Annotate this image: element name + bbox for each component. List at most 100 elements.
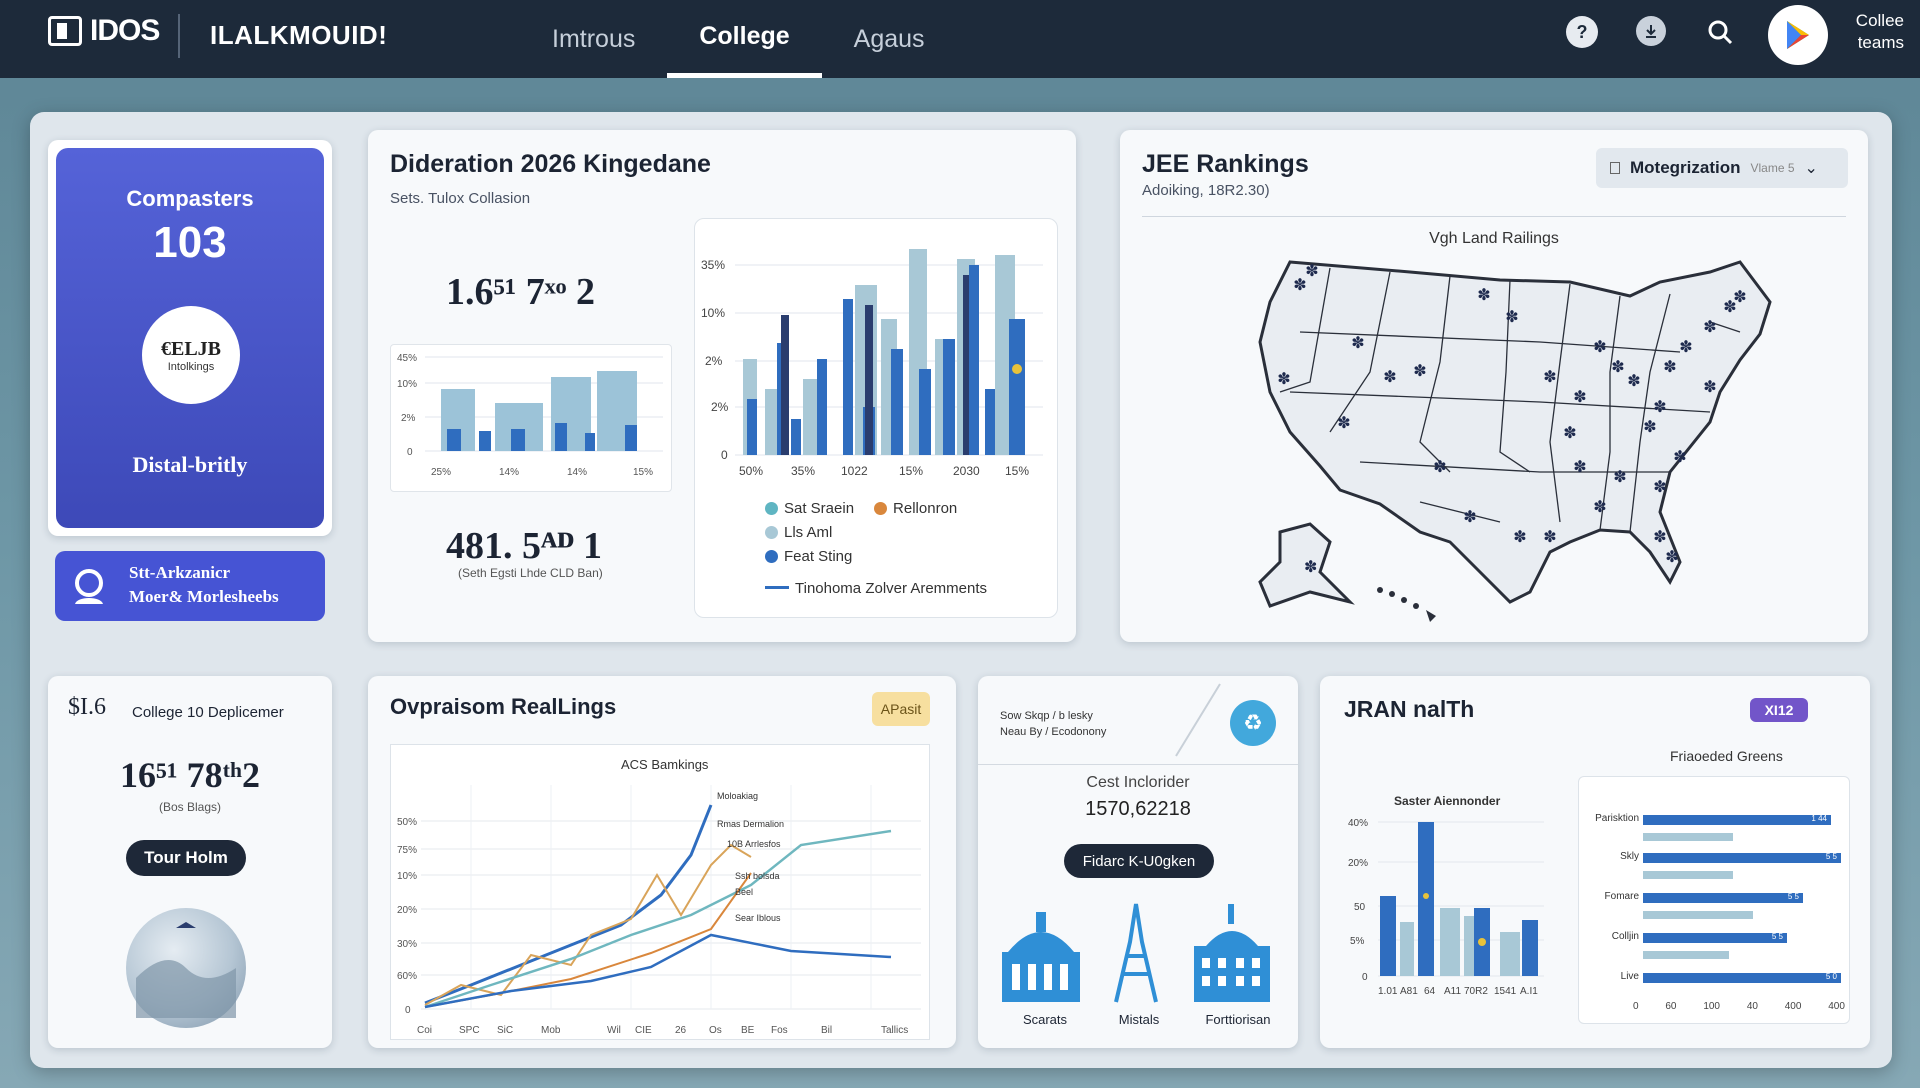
series-label: Rmas Dermalion <box>717 819 784 829</box>
dideration-title: Dideration 2026 Kingedane <box>390 150 711 178</box>
main-y-tick: 10% <box>701 306 725 320</box>
ovpraisom-card: Ovpraisom RealLings APasit ACS Bamkings … <box>368 676 956 1048</box>
line-x-tick: Os <box>709 1025 722 1036</box>
hbar-x-tick: 400 <box>1828 1001 1845 1012</box>
svg-text:✽: ✽ <box>1593 339 1606 356</box>
tab-imtrous[interactable]: Imtrous <box>520 0 667 78</box>
line-x-tick: Fos <box>771 1025 788 1036</box>
hbar-x-axis: 0 60 100 40 400 400 <box>1633 1001 1845 1012</box>
hbar-bar: 1 44 <box>1643 814 1831 825</box>
hbar-bar: 5 5 <box>1643 852 1841 863</box>
line-y-tick: 50% <box>397 817 417 828</box>
college-header-prefix: $I.6 <box>68 694 106 720</box>
svg-text:✽: ✽ <box>1351 335 1364 352</box>
line-y-tick: 20% <box>397 905 417 916</box>
jee-subtitle: Adoiking, 18R2.30) <box>1142 182 1270 199</box>
download-icon[interactable] <box>1636 16 1666 46</box>
landmarks-illustration <box>1002 903 1270 1003</box>
mini-x-tick: 14% <box>499 467 519 478</box>
svg-text:✽: ✽ <box>1643 419 1656 436</box>
app-logo[interactable]: IDOS <box>48 14 160 48</box>
jee-dropdown[interactable]: Motegrization Vlame 5 ⌄ <box>1596 148 1848 188</box>
series-label: Beel <box>735 887 753 897</box>
dropdown-label: Motegrization <box>1630 158 1741 177</box>
brand-name: ILALKMOUID! <box>210 20 388 50</box>
legend-line-item[interactable]: Tinohoma Zolver Aremments <box>765 577 987 601</box>
main-nav: Imtrous College Agaus <box>520 0 957 78</box>
play-store-icon[interactable] <box>1768 5 1828 65</box>
help-icon[interactable]: ? <box>1566 16 1598 48</box>
scholarship-header: Sow Skqp / b lesky Neau By / Ecodonony <box>1000 708 1106 740</box>
series-label: 10B Arrlesfos <box>727 839 781 849</box>
jran-badge[interactable]: XI12 <box>1750 698 1808 722</box>
logo-text: IDOS <box>90 14 160 47</box>
main-x-tick: 35% <box>791 464 815 478</box>
svg-text:✽: ✽ <box>1433 459 1446 476</box>
line-x-tick: Wil <box>607 1025 621 1036</box>
college-stat: 16⁵¹ 78ᵗʰ2 <box>120 755 260 795</box>
account-label[interactable]: Collee teams <box>1840 10 1904 54</box>
doc-icon <box>1610 162 1620 174</box>
profile-action-button[interactable]: Stt-Arkzanicr Moer& Morlesheebs <box>55 551 325 621</box>
legend-item[interactable]: Sat Sraein <box>765 497 854 521</box>
profile-panel: Compasters 103 €ELJB Intolkings Distal-b… <box>56 148 324 528</box>
hbar-label: Skly <box>1620 851 1639 862</box>
hbar-label: Fomare <box>1604 891 1639 902</box>
hbar-label: Live <box>1620 971 1639 982</box>
legend-item[interactable]: Lls Aml <box>765 521 987 545</box>
svg-text:✽: ✽ <box>1627 373 1640 390</box>
jran-card: JRAN nalTh XI12 Saster Aiennonder 40% 20… <box>1320 676 1870 1048</box>
tab-agaus[interactable]: Agaus <box>822 0 957 78</box>
legend-item[interactable]: Feat Sting <box>765 545 987 569</box>
main-x-tick: 15% <box>899 464 923 478</box>
line-y-tick: 60% <box>397 971 417 982</box>
line-x-tick: Bil <box>821 1025 832 1036</box>
hbar-bar: 5 0 <box>1643 972 1841 983</box>
logo-icon <box>48 16 82 46</box>
bar-chart-title: Saster Aiennonder <box>1394 794 1501 808</box>
svg-text:✽: ✽ <box>1383 369 1396 386</box>
hbar-bar <box>1643 833 1733 841</box>
search-icon[interactable] <box>1704 16 1736 48</box>
scholarship-button[interactable]: Fidarc K-U0gken <box>1064 844 1214 878</box>
svg-text:✽: ✽ <box>1703 319 1716 336</box>
hbar-x-tick: 0 <box>1633 1001 1639 1012</box>
jee-card: JEE Rankings Adoiking, 18R2.30) Motegriz… <box>1120 130 1868 642</box>
jran-x-tick: A.I1 <box>1520 986 1538 997</box>
tour-button[interactable]: Tour Holm <box>126 840 246 876</box>
tab-college[interactable]: College <box>667 0 822 78</box>
hbar-bar <box>1643 911 1753 919</box>
header-line1: Sow Skqp / b lesky <box>1000 710 1093 722</box>
ovpraisom-badge[interactable]: APasit <box>872 692 930 726</box>
svg-text:✽: ✽ <box>1573 459 1586 476</box>
hbar-title: Friaoeded Greens <box>1670 748 1783 764</box>
line-y-tick: 30% <box>397 939 417 950</box>
scholarship-label: Cest Inclorider <box>1086 774 1190 791</box>
mini-x-tick: 25% <box>431 467 451 478</box>
profile-count: 103 <box>153 218 227 267</box>
scholarship-value: 1570,62218 <box>1085 798 1191 820</box>
line-y-tick: 75% <box>397 845 417 856</box>
jran-hbar-chart: Parisktion 1 44 Skly 5 5 Fomare 5 5 Coll… <box>1578 776 1850 1024</box>
line-x-tick: CIE <box>635 1025 652 1036</box>
jran-title: JRAN nalTh <box>1344 696 1475 722</box>
mini-x-tick: 15% <box>633 467 653 478</box>
jran-y-tick: 0 <box>1362 972 1368 983</box>
legend-item[interactable]: Rellonron <box>874 497 957 521</box>
landmark-label: Forttiorisan <box>1205 1012 1271 1027</box>
svg-text:✽: ✽ <box>1703 379 1716 396</box>
main-y-tick: 0 <box>721 448 728 462</box>
profile-badge[interactable]: €ELJB Intolkings <box>142 306 240 404</box>
main-y-tick: 2% <box>705 354 723 368</box>
action-line1: Stt-Arkzanicr <box>129 563 231 582</box>
dideration-subtitle: Sets. Tulox Collasion <box>390 190 531 207</box>
scholarship-card: Sow Skqp / b lesky Neau By / Ecodonony ♻… <box>978 676 1298 1048</box>
jee-title: JEE Rankings <box>1142 150 1309 178</box>
recycle-icon[interactable]: ♻ <box>1230 700 1276 746</box>
main-chart-legend: Sat Sraein Rellonron Lls Aml Feat Sting … <box>765 497 987 601</box>
svg-text:✽: ✽ <box>1679 339 1692 356</box>
svg-text:✽: ✽ <box>1593 499 1606 516</box>
svg-text:✽: ✽ <box>1613 469 1626 486</box>
svg-text:✽: ✽ <box>1543 529 1556 546</box>
us-map[interactable]: ✽✽✽✽✽✽ ✽✽✽✽✽✽✽✽✽✽✽✽✽✽✽✽✽✽✽✽✽✽✽✽✽✽✽✽ ✽ <box>1240 242 1800 622</box>
